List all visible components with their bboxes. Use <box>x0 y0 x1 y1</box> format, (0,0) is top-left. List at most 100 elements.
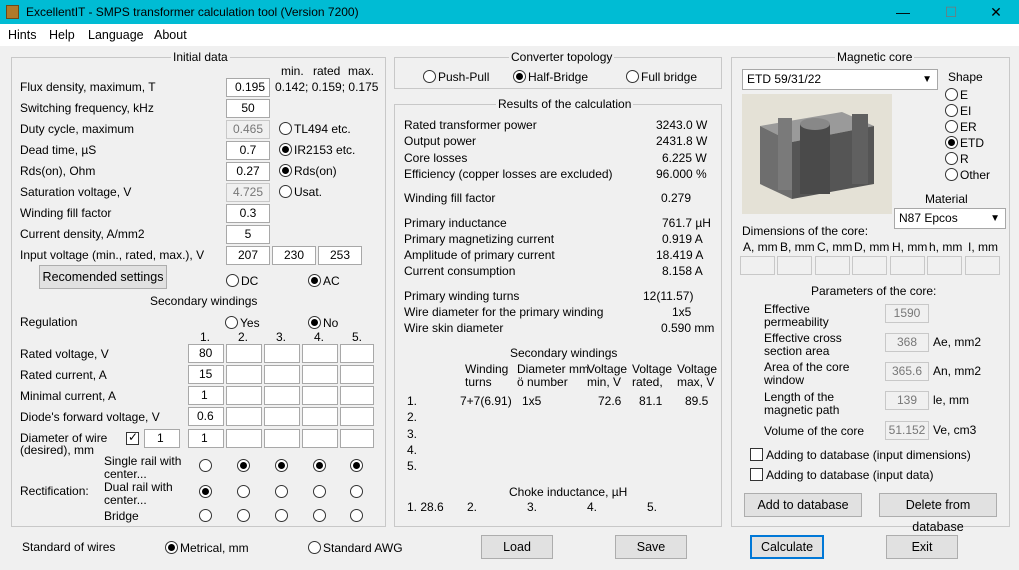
magnetic-path-input[interactable]: 139 <box>885 391 929 410</box>
rated-voltage-2-input[interactable] <box>226 344 262 363</box>
single-rail-1-radio[interactable] <box>199 459 212 472</box>
full-bridge-radio[interactable] <box>626 70 639 83</box>
single-rail-4-radio[interactable] <box>313 459 326 472</box>
rated-current-1-input[interactable]: 15 <box>188 365 224 384</box>
bridge-1-radio[interactable] <box>199 509 212 522</box>
diameter-3-input[interactable] <box>264 429 300 448</box>
rdson-radio[interactable] <box>279 164 292 177</box>
flux-input[interactable]: 0.195 <box>226 78 270 97</box>
fill-factor-input[interactable]: 0.3 <box>226 204 270 223</box>
dim-i-input[interactable] <box>965 256 1000 275</box>
diode-1-input[interactable]: 0.6 <box>188 407 224 426</box>
vin-min-input[interactable]: 207 <box>226 246 270 265</box>
add-data-checkbox[interactable] <box>750 468 763 481</box>
diameter-checkbox[interactable] <box>126 430 139 445</box>
rated-voltage-1-input[interactable]: 80 <box>188 344 224 363</box>
dim-h-input[interactable] <box>890 256 925 275</box>
rated-current-2-input[interactable] <box>226 365 262 384</box>
recommended-settings-button[interactable]: Recomended settings <box>39 265 167 289</box>
vin-max-input[interactable]: 253 <box>318 246 362 265</box>
duty-input[interactable]: 0.465 <box>226 120 270 139</box>
rated-voltage-5-input[interactable] <box>340 344 374 363</box>
menu-help[interactable]: Help <box>49 28 75 42</box>
half-bridge-radio[interactable] <box>513 70 526 83</box>
diode-4-input[interactable] <box>302 407 338 426</box>
menu-hints[interactable]: Hints <box>8 28 36 42</box>
frequency-input[interactable]: 50 <box>226 99 270 118</box>
ac-radio[interactable] <box>308 274 321 287</box>
dc-radio[interactable] <box>226 274 239 287</box>
single-rail-3-radio[interactable] <box>275 459 288 472</box>
dim-h-small-input[interactable] <box>927 256 962 275</box>
shape-er-radio[interactable] <box>945 120 958 133</box>
dim-a-input[interactable] <box>740 256 775 275</box>
push-pull-radio[interactable] <box>423 70 436 83</box>
diameter-2-input[interactable] <box>226 429 262 448</box>
menu-about[interactable]: About <box>154 28 187 42</box>
bridge-2-radio[interactable] <box>237 509 250 522</box>
diameter-count-input[interactable]: 1 <box>144 429 180 448</box>
diode-2-input[interactable] <box>226 407 262 426</box>
calculate-button[interactable]: Calculate <box>750 535 824 559</box>
diameter-4-input[interactable] <box>302 429 338 448</box>
dual-rail-5-radio[interactable] <box>350 485 363 498</box>
min-current-3-input[interactable] <box>264 386 300 405</box>
material-select[interactable]: N87 Epcos ▼ <box>894 208 1006 229</box>
permeability-input[interactable]: 1590 <box>885 304 929 323</box>
min-current-5-input[interactable] <box>340 386 374 405</box>
dim-d-input[interactable] <box>852 256 887 275</box>
shape-ei-radio[interactable] <box>945 104 958 117</box>
save-button[interactable]: Save <box>615 535 687 559</box>
add-dimensions-checkbox[interactable] <box>750 448 763 461</box>
load-button[interactable]: Load <box>481 535 553 559</box>
min-current-1-input[interactable]: 1 <box>188 386 224 405</box>
rdson-input[interactable]: 0.27 <box>226 162 270 181</box>
dual-rail-2-radio[interactable] <box>237 485 250 498</box>
rated-voltage-3-input[interactable] <box>264 344 300 363</box>
maximize-button[interactable]: ☐ <box>928 0 974 24</box>
diameter-1-input[interactable]: 1 <box>188 429 224 448</box>
rated-current-4-input[interactable] <box>302 365 338 384</box>
single-rail-2-radio[interactable] <box>237 459 250 472</box>
minimize-button[interactable]: — <box>880 0 926 24</box>
cross-section-input[interactable]: 368 <box>885 333 929 352</box>
diode-3-input[interactable] <box>264 407 300 426</box>
shape-r-radio[interactable] <box>945 152 958 165</box>
saturation-input[interactable]: 4.725 <box>226 183 270 202</box>
regulation-no-radio[interactable] <box>308 316 321 329</box>
deadtime-input[interactable]: 0.7 <box>226 141 270 160</box>
dual-rail-3-radio[interactable] <box>275 485 288 498</box>
delete-from-database-button[interactable]: Delete from database <box>879 493 997 534</box>
bridge-4-radio[interactable] <box>313 509 326 522</box>
diode-5-input[interactable] <box>340 407 374 426</box>
add-to-database-button[interactable]: Add to database <box>744 493 862 517</box>
dim-c-input[interactable] <box>815 256 850 275</box>
min-current-2-input[interactable] <box>226 386 262 405</box>
window-area-input[interactable]: 365.6 <box>885 362 929 381</box>
metrical-radio[interactable] <box>165 541 178 554</box>
usat-radio[interactable] <box>279 185 292 198</box>
menu-language[interactable]: Language <box>88 28 144 42</box>
rated-voltage-4-input[interactable] <box>302 344 338 363</box>
dual-rail-4-radio[interactable] <box>313 485 326 498</box>
rated-current-5-input[interactable] <box>340 365 374 384</box>
current-density-input[interactable]: 5 <box>226 225 270 244</box>
dual-rail-1-radio[interactable] <box>199 485 212 498</box>
regulation-yes-radio[interactable] <box>225 316 238 329</box>
bridge-5-radio[interactable] <box>350 509 363 522</box>
ir2153-radio[interactable] <box>279 143 292 156</box>
bridge-3-radio[interactable] <box>275 509 288 522</box>
shape-e-radio[interactable] <box>945 88 958 101</box>
diameter-5-input[interactable] <box>340 429 374 448</box>
single-rail-5-radio[interactable] <box>350 459 363 472</box>
tl494-radio[interactable] <box>279 122 292 135</box>
exit-button[interactable]: Exit <box>886 535 958 559</box>
rated-current-3-input[interactable] <box>264 365 300 384</box>
core-type-select[interactable]: ETD 59/31/22 ▼ <box>742 69 938 90</box>
shape-etd-radio[interactable] <box>945 136 958 149</box>
volume-input[interactable]: 51.152 <box>885 421 929 440</box>
dim-b-input[interactable] <box>777 256 812 275</box>
min-current-4-input[interactable] <box>302 386 338 405</box>
vin-rated-input[interactable]: 230 <box>272 246 316 265</box>
close-button[interactable]: ✕ <box>973 0 1019 24</box>
